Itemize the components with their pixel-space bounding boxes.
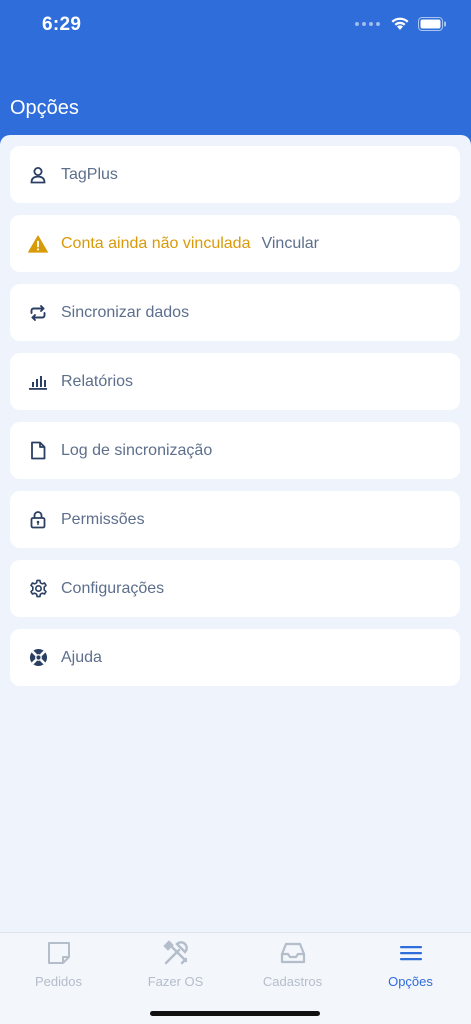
- user-icon: [28, 165, 48, 185]
- menu-item-reports[interactable]: Relatórios: [10, 353, 460, 410]
- file-icon: [28, 441, 48, 461]
- page-title: Opções: [10, 97, 79, 119]
- warning-icon: [28, 234, 48, 254]
- home-indicator[interactable]: [150, 1011, 320, 1016]
- lifebuoy-icon: [28, 648, 48, 668]
- tab-opcoes[interactable]: Opções: [352, 939, 469, 995]
- note-icon: [46, 939, 72, 967]
- status-time: 6:29: [42, 14, 82, 35]
- header-bar: 6:29 Opções: [0, 0, 471, 145]
- gear-icon: [28, 579, 48, 599]
- tab-label: Cadastros: [262, 974, 323, 989]
- menu-item-label: Ajuda: [61, 648, 102, 666]
- menu-item-help[interactable]: Ajuda: [10, 629, 460, 686]
- menu-item-label: Configurações: [61, 579, 165, 597]
- tab-cadastros[interactable]: Cadastros: [234, 939, 351, 995]
- account-warning-label: Conta ainda não vinculada: [61, 234, 251, 252]
- bar-chart-icon: [28, 372, 48, 392]
- menu-item-label: Permissões: [61, 510, 145, 528]
- menu-item-permissions[interactable]: Permissões: [10, 491, 460, 548]
- wifi-icon: [391, 17, 409, 30]
- tab-label: Opções: [388, 974, 433, 989]
- inbox-icon: [280, 939, 306, 967]
- menu-item-sync-log[interactable]: Log de sincronização: [10, 422, 460, 479]
- menu-item-sync-data[interactable]: Sincronizar dados: [10, 284, 460, 341]
- tab-label: Fazer OS: [147, 974, 204, 989]
- link-account-button[interactable]: Vincular: [261, 235, 319, 253]
- sync-icon: [28, 303, 48, 323]
- menu-icon: [399, 939, 423, 967]
- battery-icon: [418, 16, 446, 31]
- menu-item-account-status: Conta ainda não vinculada Vincular: [10, 215, 460, 272]
- tab-label: Pedidos: [35, 974, 82, 989]
- signal-icon: [355, 21, 380, 26]
- lock-icon: [28, 510, 48, 530]
- menu-item-label: Sincronizar dados: [61, 303, 190, 321]
- tab-fazer-os[interactable]: Fazer OS: [117, 939, 234, 995]
- menu-item-label: TagPlus: [61, 165, 118, 183]
- menu-item-label: Relatórios: [61, 372, 134, 390]
- menu-item-settings[interactable]: Configurações: [10, 560, 460, 617]
- tools-icon: [162, 939, 190, 967]
- menu-item-label: Log de sincronização: [61, 441, 213, 459]
- options-list: TagPlus Conta ainda não vinculada Vincul…: [0, 135, 471, 932]
- tab-pedidos[interactable]: Pedidos: [0, 939, 117, 995]
- menu-item-tagplus[interactable]: TagPlus: [10, 146, 460, 203]
- status-indicators: [355, 16, 447, 31]
